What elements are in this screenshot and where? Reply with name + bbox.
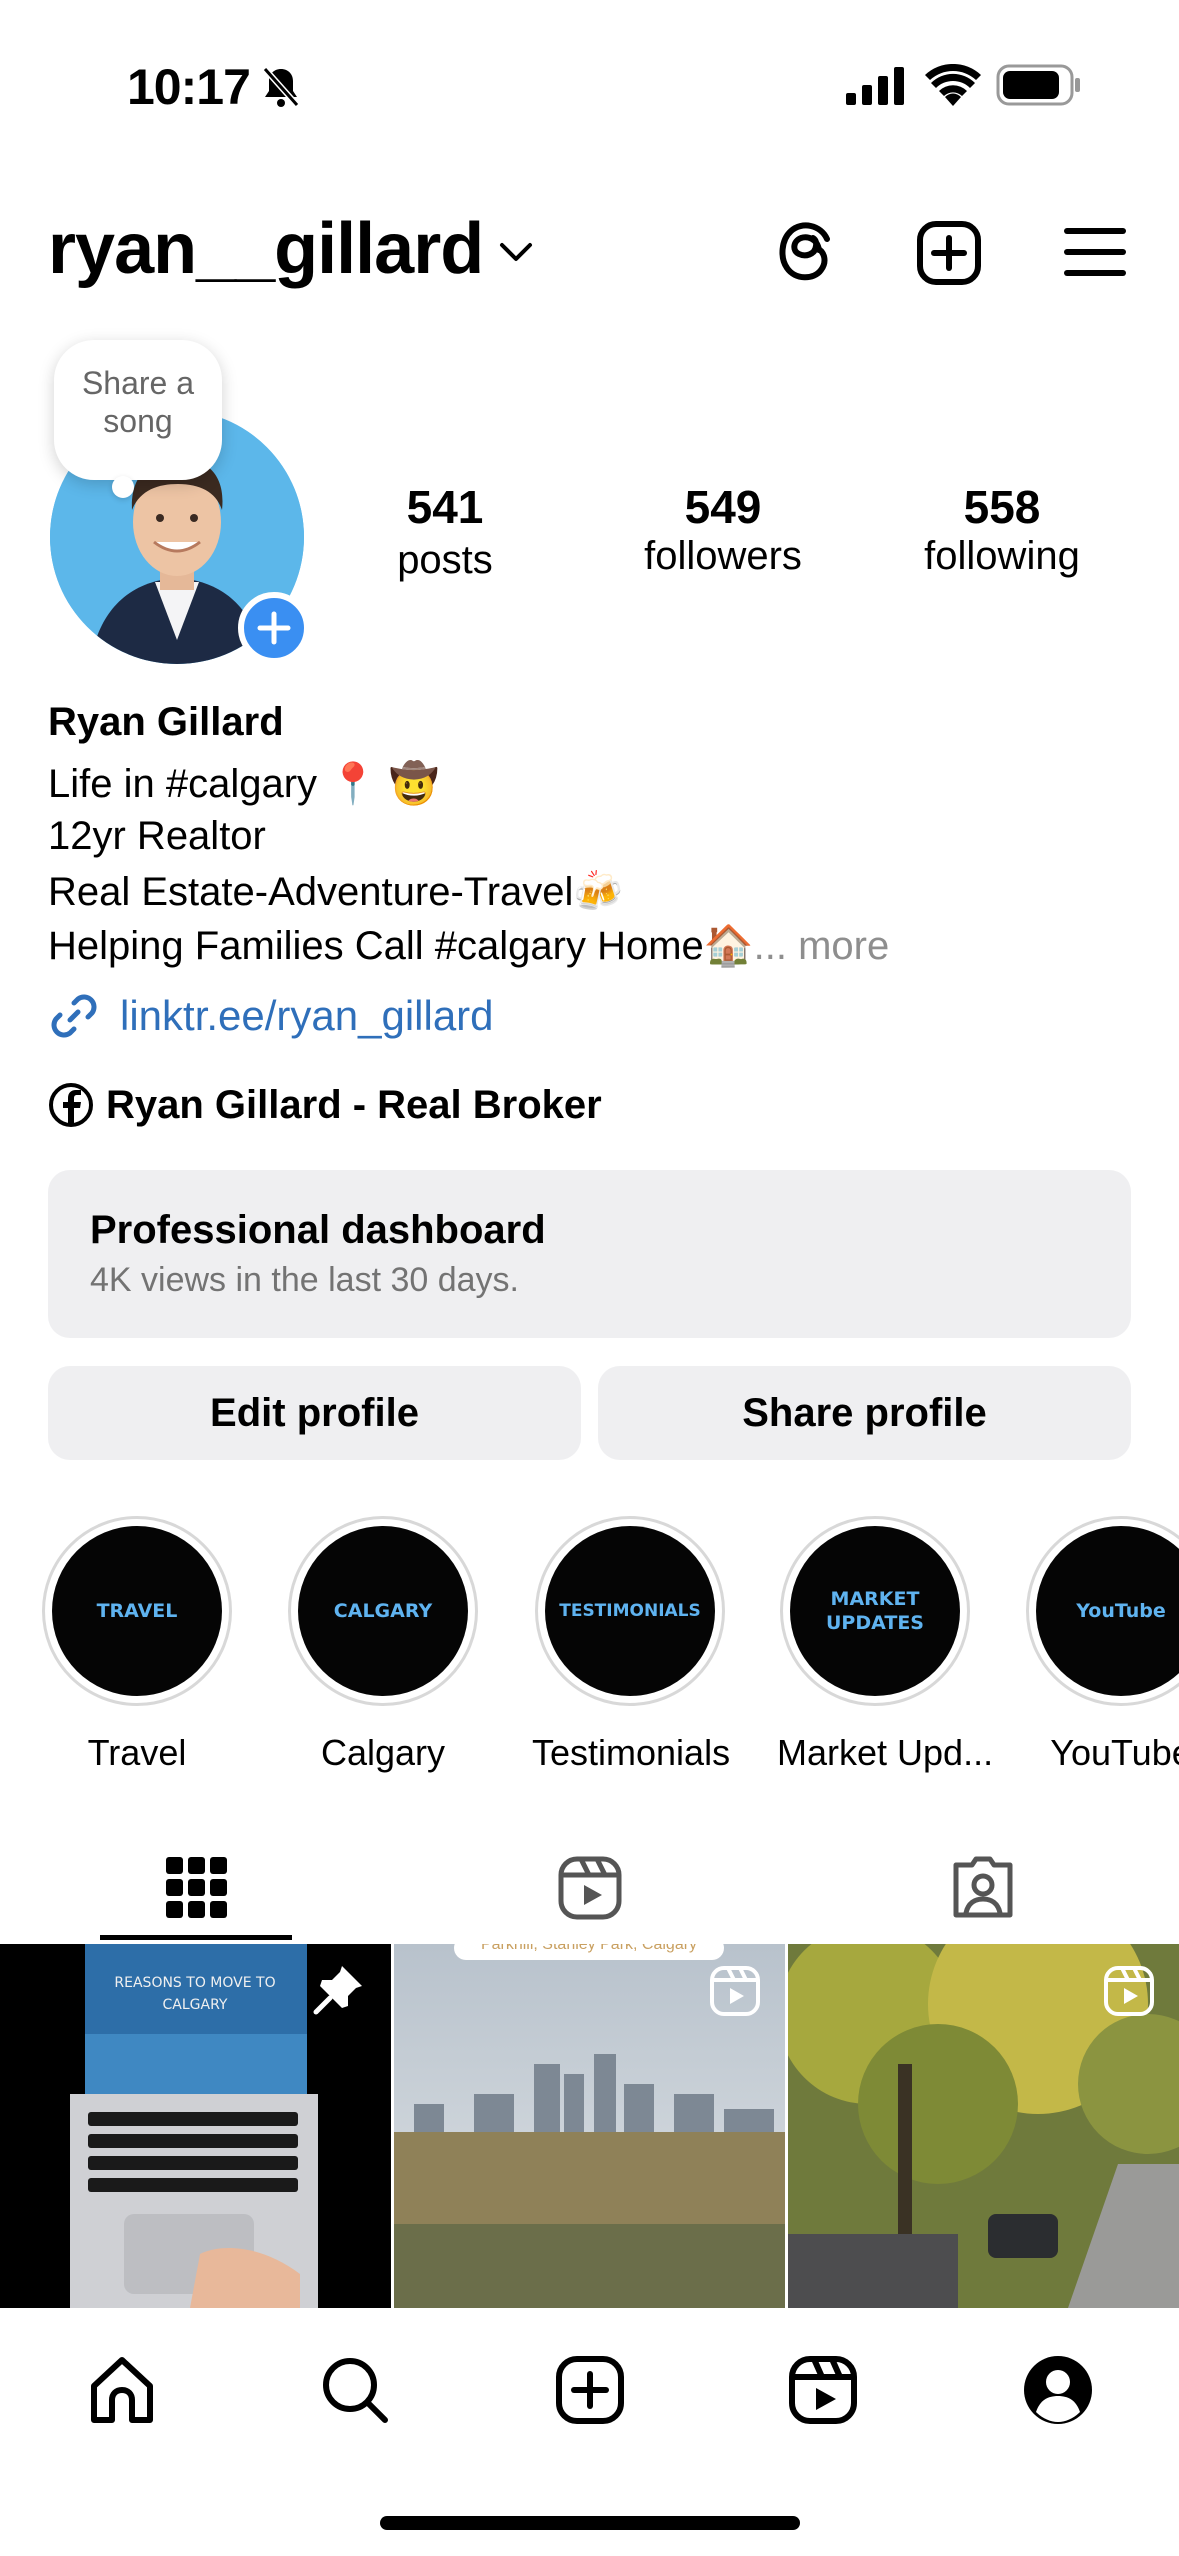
stat-posts-label: posts xyxy=(397,538,493,582)
stat-followers[interactable]: 549 followers xyxy=(623,480,823,579)
create-post-icon xyxy=(555,2355,625,2425)
highlight-ring: TESTIMONIALS xyxy=(535,1516,725,1706)
facebook-page-name: Ryan Gillard - Real Broker xyxy=(106,1082,602,1127)
highlight-testimonials[interactable]: TESTIMONIALS Testimonials xyxy=(532,1516,731,1774)
highlight-label: Calgary xyxy=(320,1732,446,1773)
profile-link-text: linktr.ee/ryan_gillard xyxy=(120,992,494,1039)
post-tile[interactable]: Parkhill, Stanley Park, Calgary xyxy=(394,1944,785,2308)
cellular-signal-icon xyxy=(844,66,908,106)
highlight-ring: MARKET UPDATES xyxy=(780,1516,970,1706)
dashboard-subtitle: 4K views in the last 30 days. xyxy=(90,1261,520,1299)
nav-profile[interactable] xyxy=(1008,2340,1108,2440)
highlight-ring: CALGARY xyxy=(288,1516,478,1706)
highlight-cover: CALGARY xyxy=(298,1526,468,1696)
username-switcher[interactable]: ryan__gillard xyxy=(48,208,533,290)
reel-icon xyxy=(708,1964,762,2018)
bio-line-last: Helping Families Call #calgary Home🏠... … xyxy=(48,922,889,969)
highlight-label: Market Upd... xyxy=(777,1732,994,1773)
bio-line: Life in #calgary 📍 🤠 xyxy=(48,762,439,806)
stat-posts[interactable]: 541 posts xyxy=(345,480,545,583)
bio-more-link[interactable]: ... more xyxy=(754,924,890,968)
highlight-cover: TRAVEL xyxy=(52,1526,222,1696)
facebook-page-link[interactable]: Ryan Gillard - Real Broker xyxy=(48,1082,602,1128)
highlight-ring: YouTube xyxy=(1026,1516,1179,1706)
pin-icon xyxy=(312,1962,366,2016)
username-title: ryan__gillard xyxy=(48,209,484,289)
note-text: Share a song xyxy=(81,365,195,439)
silent-mode-icon xyxy=(258,64,304,110)
stat-followers-value: 549 xyxy=(684,481,762,533)
bio-line: 12yr Realtor xyxy=(48,814,266,858)
link-icon xyxy=(48,990,100,1042)
tab-tagged[interactable] xyxy=(786,1836,1179,1940)
dashboard-title: Professional dashboard xyxy=(90,1208,546,1252)
note-bubble-tail xyxy=(112,476,134,498)
post-overlay-text: REASONS TO MOVE TO CALGARY xyxy=(114,1975,276,2013)
stat-posts-value: 541 xyxy=(406,481,484,533)
nav-reels[interactable] xyxy=(773,2340,873,2440)
nav-create[interactable] xyxy=(540,2340,640,2440)
note-bubble[interactable]: Share a song xyxy=(54,340,222,480)
highlight-cover: YouTube xyxy=(1036,1526,1179,1696)
profile-display-name: Ryan Gillard xyxy=(48,700,284,744)
highlight-label: Testimonials xyxy=(532,1732,731,1773)
stat-followers-label: followers xyxy=(644,534,802,578)
status-time: 10:17 xyxy=(127,59,251,115)
nav-search[interactable] xyxy=(305,2340,405,2440)
highlight-ring: TRAVEL xyxy=(42,1516,232,1706)
battery-icon xyxy=(996,64,1082,106)
tagged-person-icon xyxy=(950,1855,1016,1921)
share-profile-button[interactable]: Share profile xyxy=(598,1366,1131,1460)
home-indicator[interactable] xyxy=(380,2516,800,2530)
active-tab-indicator xyxy=(100,1935,292,1940)
reels-icon xyxy=(788,2355,858,2425)
highlight-travel[interactable]: TRAVEL Travel xyxy=(39,1516,235,1774)
tab-grid-posts[interactable] xyxy=(0,1836,393,1940)
reels-icon xyxy=(557,1855,623,1921)
profile-link[interactable]: linktr.ee/ryan_gillard xyxy=(48,990,494,1042)
highlight-cover: MARKET UPDATES xyxy=(790,1526,960,1696)
post-tile[interactable]: REASONS TO MOVE TO CALGARY xyxy=(0,1944,391,2308)
grid-icon xyxy=(165,1857,228,1919)
threads-icon[interactable] xyxy=(770,218,840,288)
home-icon xyxy=(86,2354,158,2426)
highlight-market-updates[interactable]: MARKET UPDATES Market Upd... xyxy=(777,1516,994,1774)
wifi-icon xyxy=(924,62,982,108)
search-icon xyxy=(319,2354,391,2426)
menu-icon[interactable] xyxy=(1060,220,1130,284)
create-post-icon[interactable] xyxy=(914,218,984,288)
edit-profile-button[interactable]: Edit profile xyxy=(48,1366,581,1460)
highlight-label: Travel xyxy=(87,1732,187,1773)
tab-reels[interactable] xyxy=(393,1836,786,1940)
highlight-youtube[interactable]: YouTube YouTube xyxy=(1023,1516,1179,1774)
chevron-down-icon xyxy=(499,241,533,263)
add-story-button[interactable] xyxy=(238,592,310,664)
bio-line: Real Estate-Adventure-Travel🍻 xyxy=(48,870,624,914)
reel-icon xyxy=(1102,1964,1156,2018)
highlight-cover: TESTIMONIALS xyxy=(545,1526,715,1696)
nav-home[interactable] xyxy=(72,2340,172,2440)
highlight-calgary[interactable]: CALGARY Calgary xyxy=(285,1516,481,1774)
stat-following-value: 558 xyxy=(963,481,1041,533)
post-tile[interactable] xyxy=(788,1944,1179,2308)
highlight-label: YouTube xyxy=(1050,1732,1179,1773)
facebook-icon xyxy=(48,1082,94,1128)
stat-following[interactable]: 558 following xyxy=(902,480,1102,579)
post-location-tag: Parkhill, Stanley Park, Calgary xyxy=(454,1944,724,1960)
profile-avatar-icon xyxy=(1022,2354,1094,2426)
stat-following-label: following xyxy=(924,534,1080,578)
professional-dashboard[interactable]: Professional dashboard 4K views in the l… xyxy=(48,1170,1131,1338)
bio-line-text: Helping Families Call #calgary Home🏠 xyxy=(48,924,754,968)
